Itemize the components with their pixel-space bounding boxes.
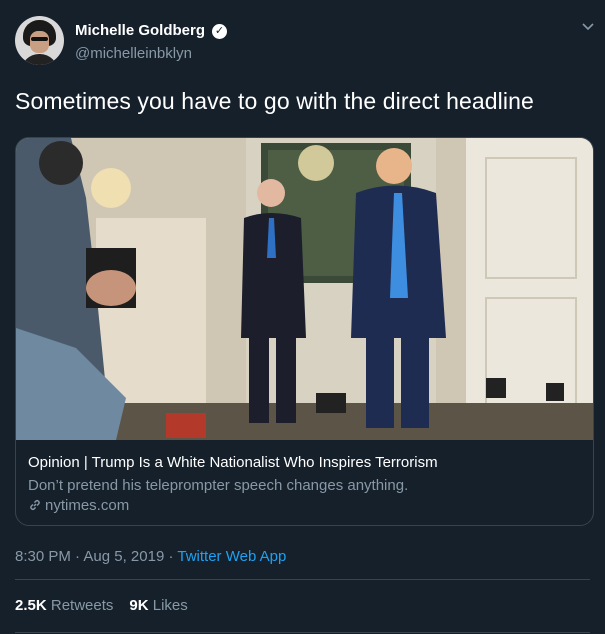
card-domain-row: nytimes.com bbox=[28, 497, 129, 514]
tweet-text: Sometimes you have to go with the direct… bbox=[15, 88, 534, 114]
tweet-stats: 2.5K Retweets 9K Likes bbox=[15, 597, 188, 614]
card-title[interactable]: Opinion | Trump Is a White Nationalist W… bbox=[28, 454, 583, 471]
meta-separator: · bbox=[75, 548, 81, 565]
avatar[interactable] bbox=[15, 16, 64, 65]
likes-label: Likes bbox=[152, 597, 188, 614]
link-icon bbox=[28, 498, 42, 512]
meta-separator: · bbox=[168, 548, 174, 565]
card-domain: nytimes.com bbox=[45, 497, 130, 514]
author-handle[interactable]: @michelleinbklyn bbox=[75, 45, 192, 62]
retweets-count: 2.5K bbox=[15, 597, 47, 614]
tweet-container: Michelle Goldberg ✓ @michelleinbklyn Som… bbox=[0, 0, 605, 634]
tweet-date[interactable]: Aug 5, 2019 bbox=[83, 548, 164, 565]
divider bbox=[15, 579, 590, 580]
likes-stat[interactable]: 9K Likes bbox=[129, 597, 187, 614]
tweet-time[interactable]: 8:30 PM bbox=[15, 548, 71, 565]
tweet-meta: 8:30 PM · Aug 5, 2019 · Twitter Web App bbox=[15, 548, 286, 565]
retweets-stat[interactable]: 2.5K Retweets bbox=[15, 597, 113, 614]
card-description: Don’t pretend his teleprompter speech ch… bbox=[28, 477, 409, 494]
link-card[interactable]: Opinion | Trump Is a White Nationalist W… bbox=[15, 137, 594, 526]
verified-badge-icon: ✓ bbox=[212, 24, 227, 39]
likes-count: 9K bbox=[129, 597, 149, 614]
chevron-down-icon[interactable] bbox=[581, 20, 595, 34]
divider bbox=[15, 632, 590, 633]
card-image bbox=[16, 138, 593, 440]
tweet-source[interactable]: Twitter Web App bbox=[177, 548, 286, 565]
author-name[interactable]: Michelle Goldberg bbox=[75, 22, 205, 39]
retweets-label: Retweets bbox=[50, 597, 114, 614]
